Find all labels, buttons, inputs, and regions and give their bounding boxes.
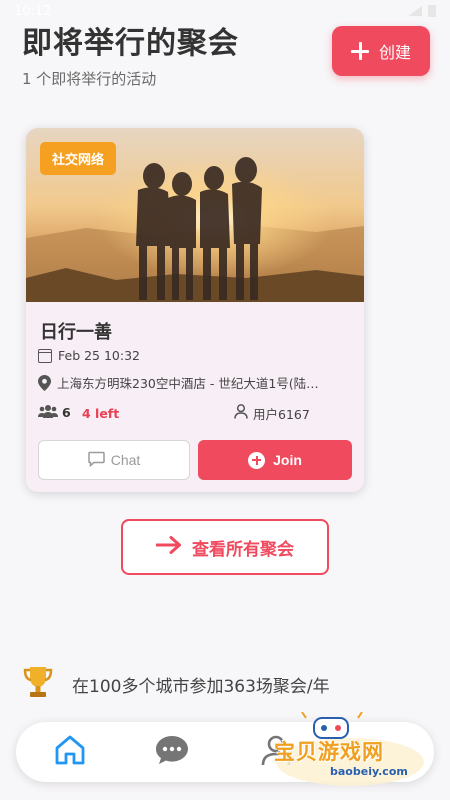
attendee-count: 6 xyxy=(62,405,71,420)
chat-bubble-icon xyxy=(87,451,105,470)
stat-banner: 在100多个城市参加363场聚会/年 xyxy=(22,664,422,704)
event-date-row: Feb 25 10:32 xyxy=(38,348,140,363)
event-date: Feb 25 10:32 xyxy=(58,348,141,363)
plus-icon xyxy=(350,42,369,60)
event-location: 上海东方明珠230空中酒店 - 世纪大道1号(陆… xyxy=(57,376,319,391)
nav-chat[interactable] xyxy=(152,732,192,772)
person-icon xyxy=(234,404,248,425)
create-button-label: 创建 xyxy=(378,45,411,62)
event-card[interactable]: 社交网络 日行一善 Feb 25 10:32 上海东方明珠230空中酒店 - 世… xyxy=(26,128,364,492)
view-all-meetups-button[interactable]: 查看所有聚会 xyxy=(121,519,329,575)
spots-left: 4 left xyxy=(82,406,120,421)
chat-button[interactable]: Chat xyxy=(38,440,190,480)
watermark-text: 宝贝游戏网 xyxy=(274,740,384,764)
chat-icon xyxy=(154,733,190,771)
location-pin-icon xyxy=(38,374,51,391)
status-time: 10:12 xyxy=(14,3,52,19)
category-badge: 社交网络 xyxy=(40,142,117,175)
calendar-icon xyxy=(38,348,52,363)
view-all-label: 查看所有聚会 xyxy=(192,539,294,559)
chat-button-label: Chat xyxy=(110,452,141,468)
stat-banner-text: 在100多个城市参加363场聚会/年 xyxy=(72,676,330,697)
page-subtitle: 1 个即将举行的活动 xyxy=(22,70,157,88)
arrow-right-icon xyxy=(155,535,182,559)
event-stats-row: 6 4 left 用户6167 xyxy=(38,404,354,424)
join-button[interactable]: Join xyxy=(198,440,352,480)
event-title: 日行一善 xyxy=(40,322,112,343)
page-title: 即将举行的聚会 xyxy=(22,26,239,61)
attendees: 6 xyxy=(38,404,71,421)
create-button[interactable]: 创建 xyxy=(332,26,430,76)
watermark-url: baobeiy.com xyxy=(330,765,408,778)
battery-icon xyxy=(428,5,436,17)
signal-icon xyxy=(408,6,422,16)
nav-home[interactable] xyxy=(50,732,90,772)
host: 用户6167 xyxy=(234,404,310,425)
trophy-icon xyxy=(22,665,54,704)
status-icons xyxy=(408,5,436,17)
group-icon xyxy=(38,404,58,421)
host-name: 用户6167 xyxy=(253,406,310,422)
join-button-label: Join xyxy=(273,452,302,468)
home-icon xyxy=(53,733,87,771)
event-location-row: 上海东方明珠230空中酒店 - 世纪大道1号(陆… xyxy=(38,373,354,392)
plus-circle-icon xyxy=(248,451,266,469)
